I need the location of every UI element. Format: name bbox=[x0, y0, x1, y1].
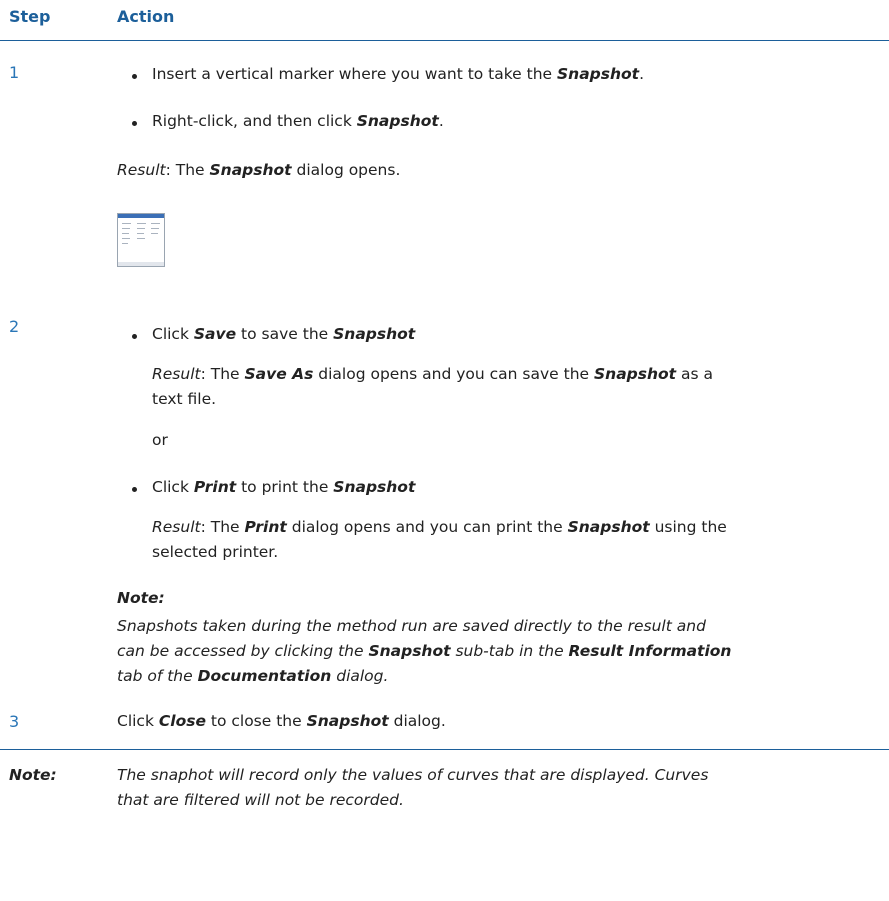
thumb-statusbar bbox=[118, 262, 164, 266]
thumb-line bbox=[122, 233, 129, 234]
text: to print the bbox=[236, 478, 334, 496]
thumb-line bbox=[122, 243, 128, 244]
thumb-line bbox=[137, 233, 144, 234]
table-header: Step Action bbox=[0, 0, 889, 41]
snapshot-term: Snapshot bbox=[368, 642, 451, 660]
footer-note-line2: that are filtered will not be recorded. bbox=[117, 791, 404, 809]
snapshot-term: Snapshot bbox=[209, 161, 292, 179]
snapshot-term: Snapshot bbox=[567, 518, 650, 536]
documentation-term: Documentation bbox=[197, 667, 332, 685]
snapshot-term: Snapshot bbox=[594, 365, 677, 383]
text: Insert a vertical marker where you want … bbox=[152, 65, 558, 83]
text: dialog. bbox=[388, 712, 446, 730]
snapshot-term: Snapshot bbox=[557, 65, 640, 83]
thumb-line bbox=[151, 223, 160, 224]
thumb-line bbox=[122, 223, 131, 224]
step1-result: Result: The Snapshot dialog opens. bbox=[117, 161, 400, 179]
text: can be accessed by clicking the bbox=[117, 642, 369, 660]
text: Click bbox=[152, 325, 194, 343]
text: : The bbox=[200, 518, 245, 536]
save-term: Save bbox=[193, 325, 237, 343]
step2-note-title: Note: bbox=[117, 589, 165, 607]
table-bottom-divider bbox=[0, 749, 889, 750]
text: dialog. bbox=[331, 667, 389, 685]
thumb-line bbox=[122, 228, 130, 229]
text: as a bbox=[676, 365, 714, 383]
footer-note-label: Note: bbox=[9, 766, 57, 784]
snapshot-term: Snapshot bbox=[306, 712, 389, 730]
footer-note-line1: The snaphot will record only the values … bbox=[117, 766, 709, 784]
text: using the bbox=[649, 518, 727, 536]
step2-note-line2: can be accessed by clicking the Snapshot… bbox=[117, 642, 731, 660]
text: sub-tab in the bbox=[450, 642, 569, 660]
save-as-term: Save As bbox=[244, 365, 314, 383]
text: Click bbox=[152, 478, 194, 496]
step2-print-result-line1: Result: The Print dialog opens and you c… bbox=[152, 518, 727, 536]
thumb-line bbox=[122, 238, 130, 239]
text: dialog opens. bbox=[291, 161, 401, 179]
result-information-term: Result Information bbox=[568, 642, 732, 660]
step2-print-result-line2: selected printer. bbox=[152, 543, 279, 561]
step2-save-result-line2: text file. bbox=[152, 390, 217, 408]
step3-close: Click Close to close the Snapshot dialog… bbox=[117, 712, 446, 730]
thumb-line bbox=[137, 238, 145, 239]
result-label: Result bbox=[117, 161, 166, 179]
text: Right-click, and then click bbox=[152, 112, 357, 130]
step2-bullet-print: Click Print to print the Snapshot bbox=[131, 478, 416, 496]
result-label: Result bbox=[152, 518, 201, 536]
step2-note-line3: tab of the Documentation dialog. bbox=[117, 667, 388, 685]
text: to close the bbox=[205, 712, 307, 730]
text: to save the bbox=[236, 325, 334, 343]
text: : The bbox=[165, 161, 210, 179]
action-column-header: Action bbox=[117, 7, 175, 26]
thumb-line bbox=[151, 233, 158, 234]
step2-bullet-save: Click Save to save the Snapshot bbox=[131, 325, 416, 343]
result-label: Result bbox=[152, 365, 201, 383]
text: . bbox=[438, 112, 444, 130]
text: dialog opens and you can save the bbox=[313, 365, 595, 383]
print-term: Print bbox=[193, 478, 237, 496]
step2-save-result-line1: Result: The Save As dialog opens and you… bbox=[152, 365, 713, 383]
text: : The bbox=[200, 365, 245, 383]
thumb-line bbox=[137, 223, 146, 224]
text: Click bbox=[117, 712, 159, 730]
text: . bbox=[639, 65, 645, 83]
step2-or: or bbox=[152, 431, 168, 449]
step2-note-line1: Snapshots taken during the method run ar… bbox=[117, 617, 706, 635]
text: tab of the bbox=[117, 667, 198, 685]
step-column-header: Step bbox=[9, 7, 51, 26]
step-number-2: 2 bbox=[9, 317, 20, 336]
step-number-3: 3 bbox=[9, 712, 20, 731]
thumb-line bbox=[151, 228, 159, 229]
snapshot-dialog-thumbnail-icon bbox=[117, 213, 165, 267]
snapshot-term: Snapshot bbox=[333, 325, 416, 343]
thumb-titlebar bbox=[118, 214, 164, 218]
step1-bullet-insert-marker: Insert a vertical marker where you want … bbox=[131, 65, 645, 83]
close-term: Close bbox=[158, 712, 206, 730]
step1-bullet-right-click: Right-click, and then click Snapshot. bbox=[132, 112, 444, 130]
snapshot-term: Snapshot bbox=[333, 478, 416, 496]
text: dialog opens and you can print the bbox=[286, 518, 568, 536]
snapshot-term: Snapshot bbox=[356, 112, 439, 130]
print-term: Print bbox=[244, 518, 287, 536]
thumb-line bbox=[137, 228, 145, 229]
step-number-1: 1 bbox=[9, 63, 20, 82]
